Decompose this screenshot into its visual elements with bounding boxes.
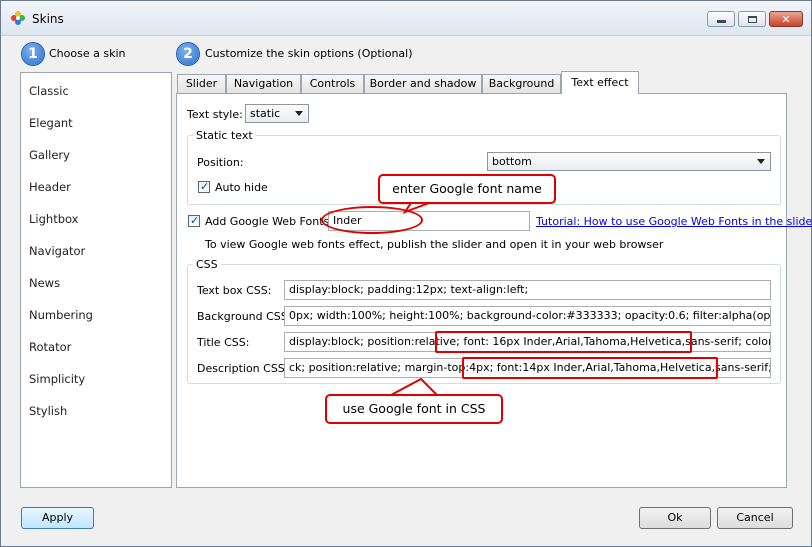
google-fonts-label: Add Google Web Fonts: [205, 215, 333, 228]
tab-text-effect[interactable]: Text effect [561, 71, 639, 94]
tab-navigation[interactable]: Navigation [226, 74, 301, 93]
skin-item-rotator[interactable]: Rotator [29, 340, 71, 354]
background-css-label: Background CSS: [197, 310, 292, 323]
maximize-button[interactable] [738, 11, 766, 27]
close-icon: ✕ [781, 12, 791, 26]
text-style-select[interactable]: static [245, 104, 309, 123]
text-effect-panel: Text style: static Static text Position:… [176, 93, 812, 488]
skin-item-simplicity[interactable]: Simplicity [29, 372, 85, 386]
position-value: bottom [492, 155, 532, 168]
chevron-down-icon [295, 111, 303, 116]
textbox-css-input[interactable]: display:block; padding:12px; text-align:… [284, 280, 771, 300]
skin-item-header[interactable]: Header [29, 180, 71, 194]
description-css-label: Description CSS: [197, 362, 289, 375]
google-fonts-note: To view Google web fonts effect, publish… [205, 238, 664, 251]
maximize-icon [747, 15, 757, 23]
position-select[interactable]: bottom [487, 152, 771, 171]
close-button[interactable]: ✕ [769, 11, 803, 27]
text-style-value: static [250, 107, 281, 120]
skins-window: Skins ✕ 1 Choose a skin 2 Customize the … [0, 0, 812, 547]
step-2-label: Customize the skin options (Optional) [205, 47, 413, 60]
cancel-button[interactable]: Cancel [717, 507, 793, 529]
tab-border-and-shadow[interactable]: Border and shadow [364, 74, 482, 93]
window-title: Skins [32, 12, 64, 26]
font-name-callout: enter Google font name [378, 174, 556, 204]
background-css-input[interactable]: 0px; width:100%; height:100%; background… [284, 306, 771, 326]
app-flower-icon [11, 11, 25, 25]
css-callout: use Google font in CSS [325, 394, 503, 424]
skin-item-numbering[interactable]: Numbering [29, 308, 93, 322]
google-fonts-checkbox[interactable]: ✓ [188, 214, 200, 227]
step-1-badge: 1 [22, 43, 44, 65]
static-text-group-title: Static text [193, 129, 256, 142]
description-font-highlight-box [462, 357, 718, 379]
skin-item-news[interactable]: News [29, 276, 60, 290]
text-style-label: Text style: [187, 108, 243, 121]
step-1-label: Choose a skin [49, 47, 126, 60]
tab-background[interactable]: Background [482, 74, 561, 93]
auto-hide-checkbox[interactable]: ✓ [198, 180, 210, 193]
skin-list: Classic Elegant Gallery Header Lightbox … [20, 72, 172, 488]
tab-slider[interactable]: Slider [177, 74, 226, 93]
minimize-button[interactable] [707, 11, 735, 27]
tutorial-link[interactable]: Tutorial: How to use Google Web Fonts in… [536, 215, 812, 228]
textbox-css-label: Text box CSS: [197, 284, 272, 297]
skin-item-lightbox[interactable]: Lightbox [29, 212, 79, 226]
checkmark-icon: ✓ [190, 214, 200, 227]
skin-item-gallery[interactable]: Gallery [29, 148, 70, 162]
tab-controls[interactable]: Controls [301, 74, 364, 93]
skin-item-stylish[interactable]: Stylish [29, 404, 67, 418]
apply-button[interactable]: Apply [21, 507, 94, 529]
skin-item-elegant[interactable]: Elegant [29, 116, 73, 130]
title-font-highlight-box [435, 331, 692, 353]
ok-button[interactable]: Ok [639, 507, 711, 529]
checkmark-icon: ✓ [200, 180, 210, 193]
title-css-label: Title CSS: [197, 336, 250, 349]
css-group-title: CSS [193, 258, 221, 271]
minimize-icon [716, 20, 726, 23]
skin-item-classic[interactable]: Classic [29, 84, 69, 98]
skin-item-navigator[interactable]: Navigator [29, 244, 85, 258]
auto-hide-label: Auto hide [215, 181, 268, 194]
chevron-down-icon [757, 159, 765, 164]
title-bar: Skins ✕ [1, 1, 811, 36]
step-2-badge: 2 [177, 43, 199, 65]
position-label: Position: [197, 156, 244, 169]
